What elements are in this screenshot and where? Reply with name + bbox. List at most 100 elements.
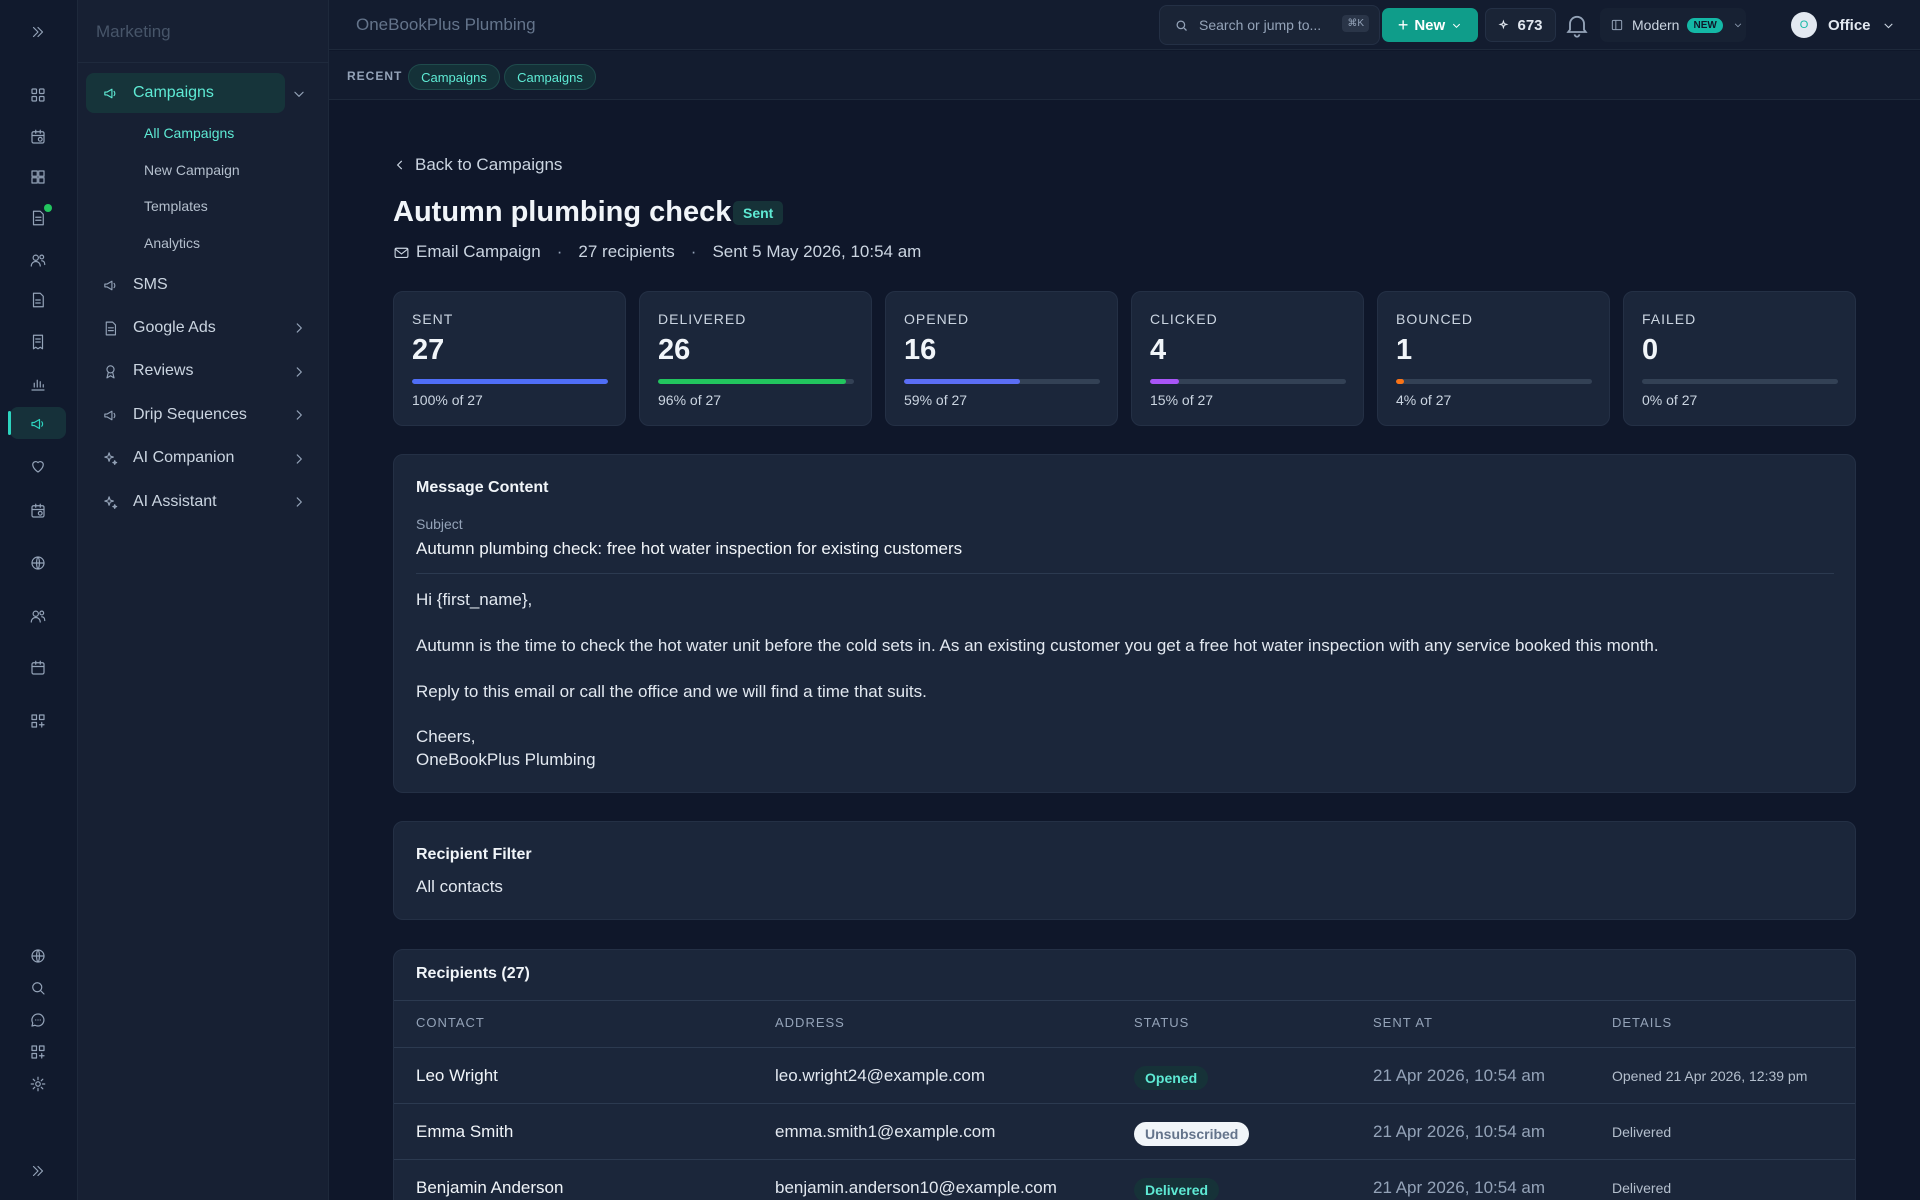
stat-progress-track	[904, 379, 1100, 384]
recipient-filter-card: Recipient Filter All contacts	[393, 821, 1856, 920]
subitem-all-campaigns[interactable]: All Campaigns	[144, 125, 234, 141]
new-button-label: New	[1414, 16, 1446, 34]
meta-separator: ·	[690, 242, 697, 261]
schedule-icon[interactable]	[27, 500, 49, 522]
recent-chip[interactable]: Campaigns	[408, 64, 500, 90]
sidebar-item-ai-companion[interactable]: AI Companion	[86, 438, 285, 478]
sent-at: 21 Apr 2026, 10:54 am	[1373, 1122, 1546, 1141]
sidebar-divider	[78, 62, 329, 63]
recent-bar: RECENT Campaigns Campaigns	[329, 51, 1920, 100]
settings-icon[interactable]	[27, 1073, 49, 1095]
sidebar-item-google-ads[interactable]: Google Ads	[86, 308, 285, 348]
stat-percent: 100% of 27	[412, 392, 483, 408]
account-label: Office	[1828, 16, 1871, 34]
dashboard-icon[interactable]	[27, 84, 49, 106]
stat-value: 16	[904, 334, 937, 366]
chevron-down-icon[interactable]	[292, 87, 306, 101]
stat-progress-fill	[1150, 379, 1180, 384]
table-row[interactable]: Emma Smith emma.smith1@example.com Unsub…	[394, 1104, 1855, 1160]
subitem-analytics[interactable]: Analytics	[144, 235, 200, 251]
stat-value: 4	[1150, 334, 1167, 366]
heart-icon[interactable]	[27, 455, 49, 477]
globe-icon[interactable]	[27, 945, 49, 967]
sent-at: 21 Apr 2026, 10:54 am	[1373, 1178, 1546, 1197]
chevron-left-icon	[396, 160, 403, 170]
stat-percent: 4% of 27	[1396, 392, 1452, 408]
globe-icon[interactable]	[27, 552, 49, 574]
table-row[interactable]: Benjamin Anderson benjamin.anderson10@ex…	[394, 1160, 1855, 1200]
sidebar-item-ai-assistant[interactable]: AI Assistant	[86, 482, 285, 522]
reports-icon[interactable]	[27, 373, 49, 395]
recipients-card: Recipients (27) CONTACT ADDRESS STATUS S…	[393, 949, 1856, 1200]
stat-percent: 0% of 27	[1642, 392, 1698, 408]
stat-progress-track	[1642, 379, 1838, 384]
credits-button[interactable]: 673	[1485, 8, 1556, 42]
details: Delivered	[1612, 1180, 1672, 1196]
receipt-icon[interactable]	[27, 331, 49, 353]
stat-progress-fill	[1396, 379, 1404, 384]
integrations-icon[interactable]	[27, 710, 49, 732]
sidebar-item-campaigns[interactable]: Campaigns	[86, 73, 285, 113]
apps-icon[interactable]	[27, 166, 49, 188]
chat-icon[interactable]	[27, 1009, 49, 1031]
search-icon[interactable]	[27, 977, 49, 999]
org-name: OneBookPlus Plumbing	[356, 15, 536, 34]
column-header-status: STATUS	[1134, 1015, 1190, 1030]
apps-add-icon[interactable]	[27, 1041, 49, 1063]
team-icon[interactable]	[27, 605, 49, 627]
chevron-right-icon[interactable]	[292, 408, 306, 422]
stat-progress-fill	[412, 379, 608, 384]
stat-progress-fill	[904, 379, 1020, 384]
account-menu[interactable]: O Office	[1791, 10, 1911, 40]
back-link-label: Back to Campaigns	[415, 155, 563, 174]
layout-icon	[1611, 19, 1623, 31]
chevron-down-icon	[1734, 23, 1742, 28]
column-header-sent-at: SENT AT	[1373, 1015, 1433, 1030]
table-row[interactable]: Leo Wright leo.wright24@example.com Open…	[394, 1048, 1855, 1104]
sidebar-item-reviews[interactable]: Reviews	[86, 351, 285, 391]
layout-mode-label: Modern	[1632, 17, 1680, 33]
chevron-right-icon[interactable]	[292, 495, 306, 509]
chevron-right-icon[interactable]	[292, 452, 306, 466]
stat-label: FAILED	[1642, 311, 1697, 327]
stat-card-bounced: BOUNCED 1 4% of 27	[1377, 291, 1610, 426]
chevron-down-icon	[1883, 22, 1893, 28]
chevron-right-icon[interactable]	[292, 365, 306, 379]
stat-label: DELIVERED	[658, 311, 747, 327]
invoice-icon[interactable]	[27, 289, 49, 311]
new-button[interactable]: + New	[1382, 8, 1478, 42]
section-title: Marketing	[96, 22, 171, 41]
search-input[interactable]: Search or jump to... ⌘K	[1159, 5, 1380, 45]
sidebar-item-drip-sequences[interactable]: Drip Sequences	[86, 395, 285, 435]
stat-card-failed: FAILED 0 0% of 27	[1623, 291, 1856, 426]
sidebar-item-label: Campaigns	[133, 84, 214, 101]
rail-active-indicator	[8, 411, 11, 435]
page-title: Autumn plumbing check	[393, 196, 732, 228]
subitem-new-campaign[interactable]: New Campaign	[144, 162, 240, 178]
subject-label: Subject	[416, 516, 463, 532]
megaphone-icon	[104, 280, 116, 290]
subitem-templates[interactable]: Templates	[144, 198, 208, 214]
layout-mode-select[interactable]: Modern NEW	[1600, 8, 1746, 42]
back-link[interactable]: Back to Campaigns	[393, 155, 562, 175]
customers-icon[interactable]	[27, 249, 49, 271]
calendar-clock-icon[interactable]	[27, 126, 49, 148]
collapse-icon[interactable]	[27, 1160, 49, 1182]
status-badge: Unsubscribed	[1134, 1122, 1250, 1146]
recent-chip[interactable]: Campaigns	[504, 64, 596, 90]
calendar-icon[interactable]	[27, 657, 49, 679]
message-signature: OneBookPlus Plumbing	[416, 750, 596, 769]
expand-icon[interactable]	[27, 21, 49, 43]
avatar: O	[1791, 12, 1817, 38]
details: Delivered	[1612, 1124, 1672, 1140]
search-icon	[1176, 20, 1187, 31]
bell-icon[interactable]	[1563, 11, 1591, 39]
stat-progress-track	[412, 379, 608, 384]
stat-percent: 15% of 27	[1150, 392, 1214, 408]
stat-value: 27	[412, 334, 445, 366]
sidebar-item-label: AI Assistant	[133, 493, 217, 510]
sidebar-item-sms[interactable]: SMS	[86, 265, 285, 305]
search-placeholder: Search or jump to...	[1199, 17, 1322, 33]
chevron-right-icon[interactable]	[292, 321, 306, 335]
megaphone-icon[interactable]	[27, 413, 49, 435]
